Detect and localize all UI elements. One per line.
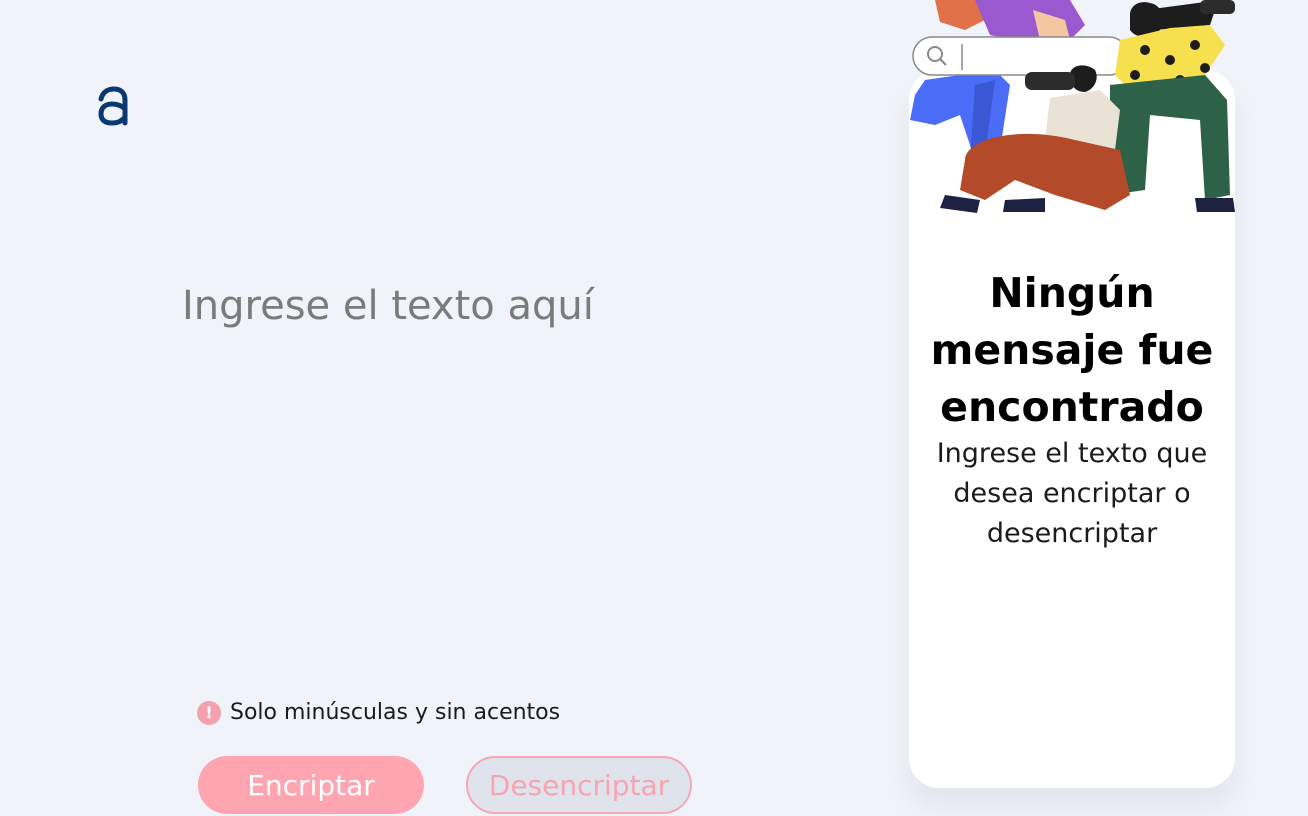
- encrypt-button[interactable]: Encriptar: [198, 756, 424, 814]
- hint-text: Solo minúsculas y sin acentos: [230, 700, 561, 725]
- logo-icon: [98, 86, 128, 126]
- page: ! Solo minúsculas y sin acentos Encripta…: [0, 0, 1308, 816]
- exclamation-icon: !: [197, 700, 221, 725]
- hint: ! Solo minúsculas y sin acentos: [197, 700, 560, 725]
- people-binoculars-illustration: [910, 0, 1235, 213]
- decrypt-button[interactable]: Desencriptar: [466, 756, 692, 814]
- empty-result-title: Ningún mensaje fue encontrado: [930, 269, 1214, 431]
- empty-result-description: Ingrese el texto que desea encriptar o d…: [936, 438, 1208, 549]
- message-input[interactable]: [182, 276, 842, 656]
